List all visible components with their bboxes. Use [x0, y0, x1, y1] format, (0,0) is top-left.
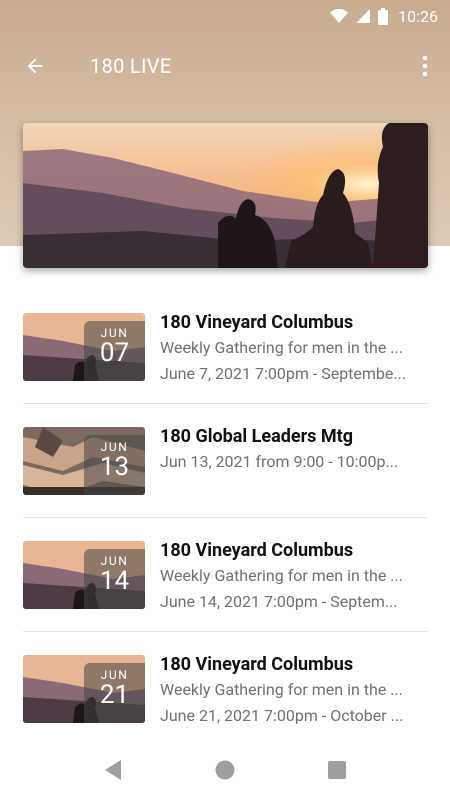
event-title: 180 Vineyard Columbus [160, 654, 354, 675]
date-badge: JUN 21 [84, 663, 145, 723]
event-description: Weekly Gathering for men in the ... [160, 566, 403, 585]
date-day: 13 [99, 452, 130, 482]
back-button[interactable] [0, 36, 70, 96]
status-bar: 10:26 [0, 0, 450, 32]
home-circle-icon [215, 760, 235, 780]
wifi-icon [330, 9, 349, 23]
recents-square-icon [328, 761, 346, 779]
nav-recents-button[interactable] [307, 740, 367, 800]
back-triangle-icon [105, 760, 121, 780]
nav-back-button[interactable] [83, 740, 143, 800]
date-day: 14 [99, 566, 130, 596]
event-description: Weekly Gathering for men in the ... [160, 338, 403, 357]
event-description: Jun 13, 2021 from 9:00 - 10:00p... [160, 452, 399, 471]
list-item[interactable]: JUN 07 180 Vineyard Columbus Weekly Gath… [23, 290, 428, 404]
event-thumbnail: JUN 07 [23, 313, 145, 381]
event-title: 180 Vineyard Columbus [160, 540, 354, 561]
date-day: 21 [99, 680, 130, 710]
event-thumbnail: JUN 13 [23, 427, 145, 495]
date-badge: JUN 07 [84, 321, 145, 381]
event-description: Weekly Gathering for men in the ... [160, 680, 403, 699]
event-list: JUN 07 180 Vineyard Columbus Weekly Gath… [23, 290, 428, 746]
event-title: 180 Global Leaders Mtg [160, 426, 354, 447]
event-thumbnail: JUN 21 [23, 655, 145, 723]
page-title: 180 LIVE [90, 54, 172, 78]
overflow-menu-button[interactable] [400, 36, 450, 96]
battery-icon [378, 7, 389, 25]
date-badge: JUN 14 [84, 549, 145, 609]
arrow-back-icon [27, 58, 43, 74]
list-item[interactable]: JUN 21 180 Vineyard Columbus Weekly Gath… [23, 632, 428, 746]
more-vert-icon [422, 55, 428, 77]
event-title: 180 Vineyard Columbus [160, 312, 354, 333]
signal-icon [356, 9, 371, 23]
status-time: 10:26 [398, 6, 438, 26]
list-item[interactable]: JUN 13 180 Global Leaders Mtg Jun 13, 20… [23, 404, 428, 518]
nav-home-button[interactable] [195, 740, 255, 800]
event-date: June 21, 2021 7:00pm - October ... [160, 706, 404, 725]
event-date: June 14, 2021 7:00pm - Septem... [160, 592, 398, 611]
event-thumbnail: JUN 14 [23, 541, 145, 609]
list-item[interactable]: JUN 14 180 Vineyard Columbus Weekly Gath… [23, 518, 428, 632]
system-nav-bar [0, 740, 450, 800]
date-badge: JUN 13 [84, 435, 145, 495]
date-day: 07 [99, 338, 130, 368]
banner-image [23, 123, 428, 268]
event-date: June 7, 2021 7:00pm - Septembe... [160, 364, 407, 383]
app-bar: 180 LIVE [0, 36, 450, 96]
